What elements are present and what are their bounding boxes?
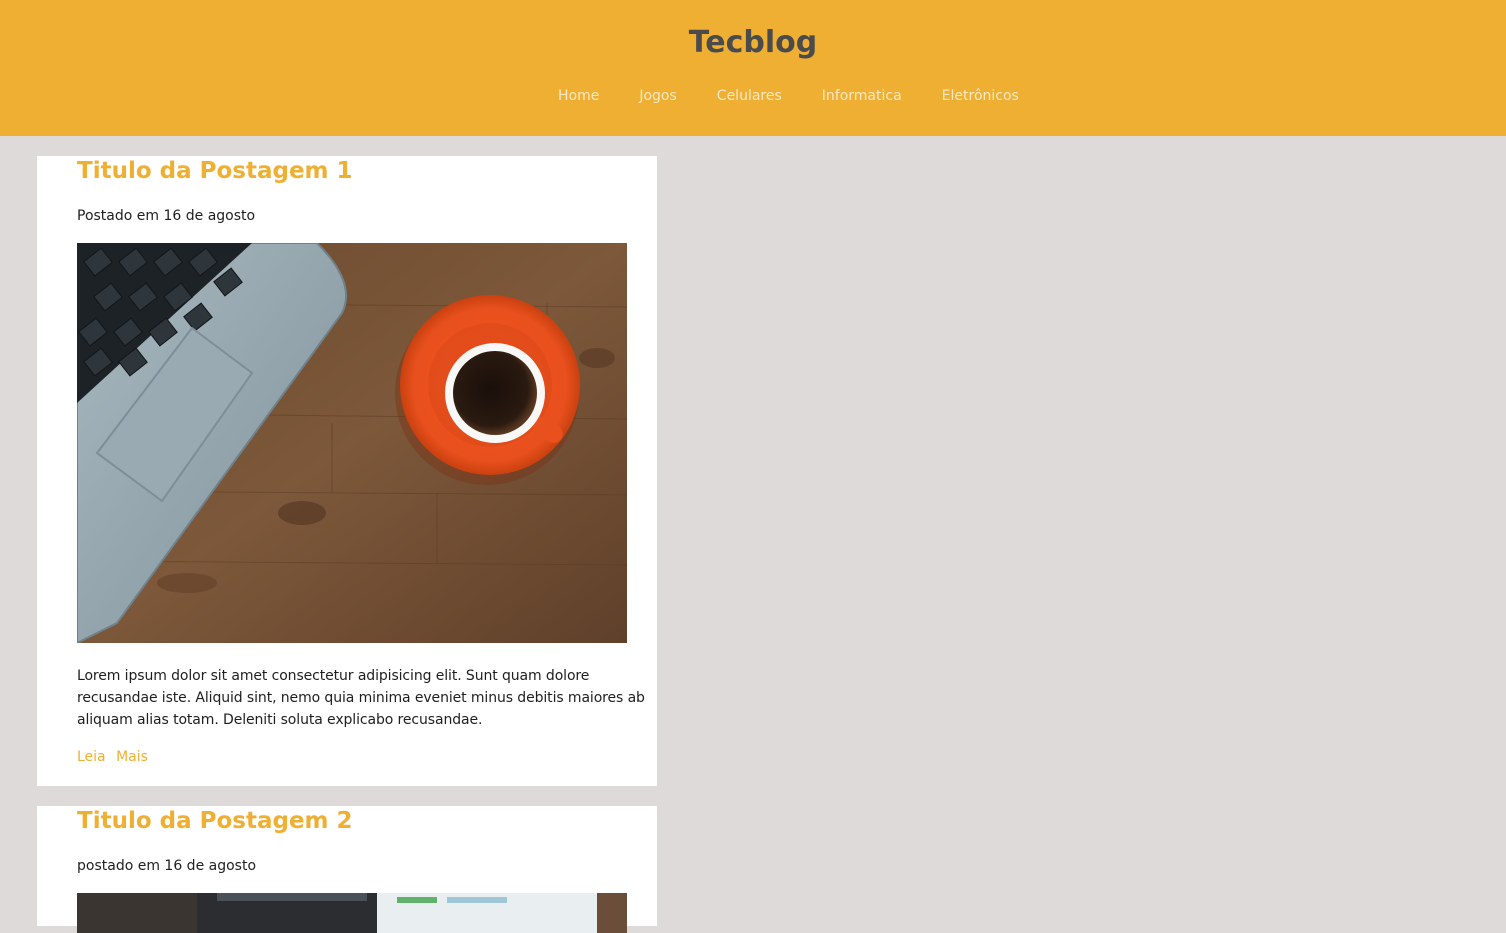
post-card: Titulo da Postagem 1 Postado em 16 de ag… — [37, 156, 657, 786]
site-title[interactable]: Tecblog — [0, 24, 1506, 62]
post-excerpt: Lorem ipsum dolor sit amet consectetur a… — [77, 668, 645, 728]
nav-celulares[interactable]: Celulares — [717, 86, 782, 106]
main-nav: Home Jogos Celulares Informatica Eletrôn… — [558, 86, 1019, 106]
post-title[interactable]: Titulo da Postagem 1 — [77, 156, 353, 186]
nav-home[interactable]: Home — [558, 86, 599, 106]
site-header: Tecblog Home Jogos Celulares Informatica… — [0, 0, 1506, 136]
post-title[interactable]: Titulo da Postagem 2 — [77, 806, 353, 836]
nav-informatica[interactable]: Informatica — [822, 86, 902, 106]
post-date: Postado em 16 de agosto — [77, 208, 256, 224]
nav-eletronicos[interactable]: Eletrônicos — [942, 86, 1019, 106]
post-image — [77, 893, 627, 933]
post-date: postado em 16 de agosto — [77, 858, 257, 874]
post-card: Titulo da Postagem 2 postado em 16 de ag… — [37, 806, 657, 933]
post-image — [77, 243, 627, 643]
nav-jogos[interactable]: Jogos — [639, 86, 676, 106]
read-more-link[interactable]: Leia Mais — [77, 747, 148, 767]
